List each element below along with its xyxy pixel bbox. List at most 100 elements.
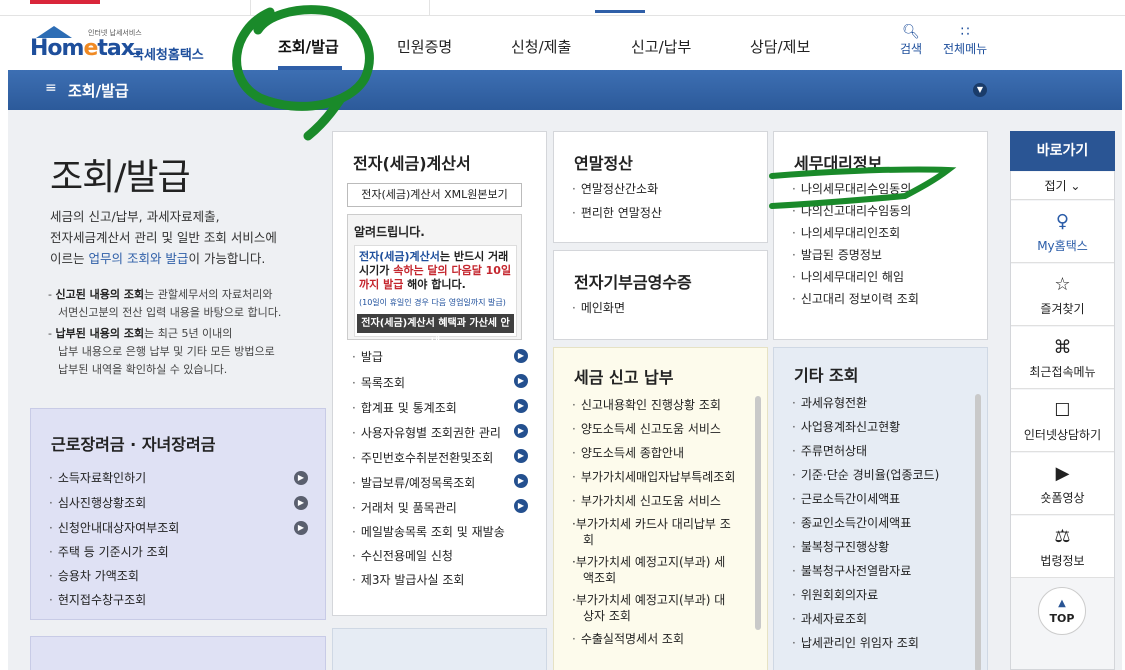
list-item[interactable]: · 종교인소득간이세액표 — [792, 514, 911, 531]
list-item[interactable]: · 신고내용확인 진행상황 조회 — [572, 396, 721, 413]
benefit-guide-button[interactable]: 전자(세금)계산서 혜택과 가산세 안내 — [357, 314, 514, 348]
search-button[interactable]: 🔍︎ 검색 — [900, 24, 922, 57]
user-icon: ♀︎ — [1055, 211, 1070, 232]
list-item[interactable]: · 발급 — [352, 348, 383, 365]
gnb-filing[interactable]: 신고/납부 — [631, 36, 691, 57]
list-item[interactable]: · 연말정산간소화 — [572, 180, 658, 197]
all-menu-button[interactable]: ∷ 전체메뉴 — [943, 24, 987, 57]
chevron-right-icon[interactable]: ▶ — [514, 399, 528, 413]
list-item[interactable]: · 편리한 연말정산 — [572, 204, 662, 221]
list-item[interactable]: · 승용차 가액조회 — [49, 567, 139, 584]
list-item[interactable]: · 주민번호수취분전환및조회 — [352, 449, 493, 466]
list-item[interactable]: · 과세자료조회 — [792, 610, 867, 627]
chevron-right-icon[interactable]: ▶ — [294, 471, 308, 485]
grid-icon: ∷ — [960, 24, 970, 40]
list-item[interactable]: · 기준·단순 경비율(업종코드) — [792, 466, 939, 483]
list-item[interactable]: · 주택 등 기준시가 조회 — [49, 543, 169, 560]
hamburger-icon[interactable]: ≡ — [45, 80, 57, 96]
list-item[interactable]: · 사업용계좌신고현황 — [792, 418, 900, 435]
box-agent-title: 세무대리정보 — [794, 154, 883, 173]
gnb-certificate[interactable]: 민원증명 — [397, 36, 452, 57]
chevron-right-icon[interactable]: ▶ — [514, 424, 528, 438]
page-title: 조회/발급 — [50, 157, 191, 198]
sub-nav-title: 조회/발급 — [68, 82, 129, 100]
quick-consult[interactable]: ☐ 인터넷상담하기 — [1011, 390, 1114, 452]
list-item[interactable]: ·부가가치세 예정고지(부과) 대 상자 조회 — [572, 592, 725, 624]
box-tax-agent: 세무대리정보 · 나의세무대리수임동의 · 나의신고대리수임동의 · 나의세무대리인조… — [773, 131, 988, 340]
quick-shorts[interactable]: ▶︎ 숏폼영상 — [1011, 453, 1114, 515]
chevron-right-icon[interactable]: ▶ — [294, 496, 308, 510]
list-item[interactable]: · 심사진행상황조회 — [49, 494, 146, 511]
chevron-right-icon[interactable]: ▶ — [514, 449, 528, 463]
hometax-logo[interactable]: 인터넷 납세서비스 Hometax. 국세청홈택스 — [30, 26, 220, 66]
list-item[interactable]: · 사용자유형별 조회권한 관리 — [352, 424, 501, 441]
gnb-inquiry[interactable]: 조회/발급 — [278, 36, 339, 57]
list-item[interactable]: · 신고대리 정보이력 조회 — [792, 290, 919, 307]
quick-law[interactable]: ⚖︎ 법령정보 — [1011, 516, 1114, 578]
chevron-right-icon[interactable]: ▶ — [514, 349, 528, 363]
list-item[interactable]: · 제3자 발급사실 조회 — [352, 571, 464, 588]
note-paid: - 납부된 내용의 조회는 최근 5년 이내의 납부 내용으로 은행 납부 및 … — [48, 327, 275, 376]
note-filed: - 신고된 내용의 조회는 관할세무서의 자료처리와 서면신고분의 전산 입력 … — [48, 288, 282, 319]
list-item[interactable]: · 소득자료확인하기 — [49, 469, 146, 486]
list-item[interactable]: · 거래처 및 품목관리 — [352, 499, 457, 516]
list-item[interactable]: · 나의세무대리인 해임 — [792, 268, 904, 285]
scrollbar[interactable] — [975, 394, 981, 670]
fold-button[interactable]: 접기 ⌄ — [1011, 172, 1114, 200]
top-button[interactable]: ▲ TOP — [1038, 587, 1086, 635]
quick-favorites[interactable]: ☆ 즐겨찾기 — [1011, 264, 1114, 326]
top-blue-bar — [595, 10, 645, 13]
box-other-inquiry: 기타 조회 · 과세유형전환 · 사업용계좌신고현황 · 주류면허상태 · 기준·단순 … — [773, 347, 988, 670]
list-item[interactable]: · 주류면허상태 — [792, 442, 867, 459]
box-tax-title: 세금 신고 납부 — [574, 368, 674, 387]
list-item[interactable]: · 신청안내대상자여부조회 — [49, 519, 179, 536]
xml-view-button[interactable]: 전자(세금)계산서 XML원본보기 — [347, 183, 522, 207]
list-item[interactable]: · 부가가치세매입자납부특례조회 — [572, 468, 735, 485]
list-item[interactable]: · 현지접수창구조회 — [49, 591, 146, 608]
list-item[interactable]: · 수신전용메일 신청 — [352, 547, 453, 564]
play-icon: ▶︎ — [1055, 463, 1070, 484]
list-item[interactable]: · 과세유형전환 — [792, 394, 867, 411]
list-item[interactable]: · 불복청구사전열람자료 — [792, 562, 911, 579]
list-item[interactable]: ·부가가치세 카드사 대리납부 조회 — [572, 516, 731, 548]
box-next-left — [30, 636, 326, 670]
notice-title: 알려드립니다. — [354, 225, 425, 239]
list-item[interactable]: · 위원회회의자료 — [792, 586, 878, 603]
chevron-right-icon[interactable]: ▶ — [514, 374, 528, 388]
box-next-mid — [332, 628, 547, 670]
gnb-consult[interactable]: 상담/제보 — [750, 36, 810, 57]
list-item[interactable]: · 나의세무대리인조회 — [792, 224, 900, 241]
chevron-down-icon: ⌄ — [1070, 179, 1081, 193]
list-item[interactable]: · 메인화면 — [572, 299, 625, 316]
list-item[interactable]: · 목록조회 — [352, 374, 405, 391]
chevron-right-icon[interactable]: ▶ — [514, 499, 528, 513]
scrollbar[interactable] — [755, 396, 761, 630]
gnb-application[interactable]: 신청/제출 — [511, 36, 571, 57]
box-einvoice-title: 전자(세금)계산서 — [353, 154, 471, 173]
box-tax-filing: 세금 신고 납부 · 신고내용확인 진행상황 조회 · 양도소득세 신고도움 서비스… — [553, 347, 768, 670]
list-item[interactable]: · 발급된 증명정보 — [792, 246, 882, 263]
list-item[interactable]: · 메일발송목록 조회 및 재발송 — [352, 523, 505, 540]
quick-recent[interactable]: ⌘ 최근접속메뉴 — [1011, 327, 1114, 389]
list-item[interactable]: · 나의세무대리수임동의 — [792, 180, 911, 197]
list-item[interactable]: · 양도소득세 종합안내 — [572, 444, 684, 461]
list-item[interactable]: ·부가가치세 예정고지(부과) 세 액조회 — [572, 554, 725, 586]
list-item[interactable]: · 나의신고대리수임동의 — [792, 202, 911, 219]
list-item[interactable]: · 납세관리인 위임자 조회 — [792, 634, 919, 651]
chevron-right-icon[interactable]: ▶ — [514, 474, 528, 488]
list-item[interactable]: · 불복청구진행상황 — [792, 538, 889, 555]
list-item[interactable]: · 부가가치세 신고도움 서비스 — [572, 492, 721, 509]
list-item[interactable]: · 수출실적명세서 조회 — [572, 630, 684, 647]
box-worker-title: 근로장려금 · 자녀장려금 — [51, 435, 216, 454]
chevron-down-icon[interactable]: ▼ — [973, 83, 987, 97]
notice-subtext: (10일이 휴일인 경우 다음 영업일까지 발급) — [359, 298, 506, 307]
list-item[interactable]: · 양도소득세 신고도움 서비스 — [572, 420, 721, 437]
list-item[interactable]: · 합계표 및 통계조회 — [352, 399, 457, 416]
box-yearend: 연말정산 · 연말정산간소화 · 편리한 연말정산 — [553, 131, 768, 243]
quick-my-hometax[interactable]: ♀︎ My홈택스 — [1011, 201, 1114, 263]
box-donation: 전자기부금영수증 · 메인화면 — [553, 250, 768, 340]
list-item[interactable]: · 근로소득간이세액표 — [792, 490, 900, 507]
list-item[interactable]: · 발급보류/예정목록조회 — [352, 474, 475, 491]
box-worker-incentive: 근로장려금 · 자녀장려금 · 소득자료확인하기 ▶ · 심사진행상황조회 ▶ · 신… — [30, 408, 326, 620]
chevron-right-icon[interactable]: ▶ — [294, 521, 308, 535]
